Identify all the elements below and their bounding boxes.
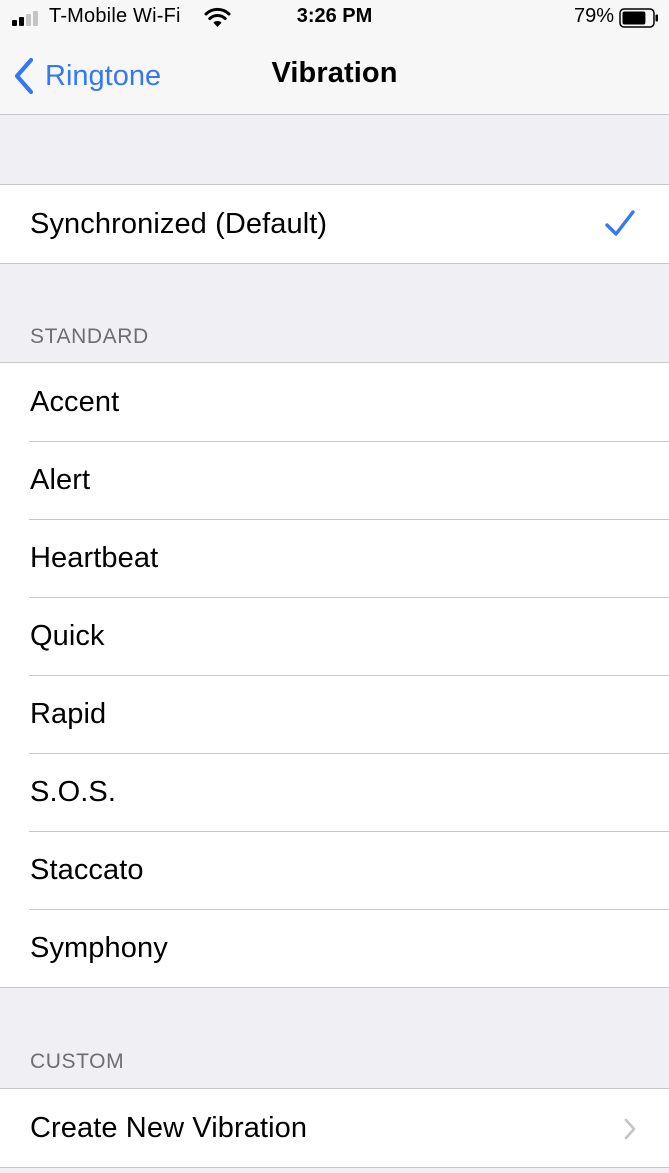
list-item-label: Staccato bbox=[30, 853, 144, 886]
header: T-Mobile Wi-Fi 3:26 PM 79% Ringtone Vibr… bbox=[0, 0, 669, 115]
checkmark-icon bbox=[605, 210, 635, 236]
battery-icon bbox=[619, 8, 658, 28]
page-title: Vibration bbox=[271, 57, 398, 89]
list-item-label: Symphony bbox=[30, 931, 168, 964]
chevron-right-icon bbox=[624, 1118, 636, 1140]
custom-group: Create New Vibration bbox=[0, 1088, 669, 1168]
list-item-label: Rapid bbox=[30, 697, 107, 730]
navigation-bar: Ringtone Vibration bbox=[0, 36, 669, 114]
list-item-label: Heartbeat bbox=[30, 541, 159, 574]
list-item-label: Quick bbox=[30, 619, 105, 652]
list-item-create-new-vibration[interactable]: Create New Vibration bbox=[0, 1089, 669, 1167]
list-item-label: S.O.S. bbox=[30, 775, 117, 808]
list-item-quick[interactable]: Quick bbox=[0, 597, 669, 675]
standard-group: Accent Alert Heartbeat Quick Rapid S.O.S… bbox=[0, 362, 669, 988]
default-group: Synchronized (Default) bbox=[0, 184, 669, 264]
list-item-sos[interactable]: S.O.S. bbox=[0, 753, 669, 831]
list-item-label: Accent bbox=[30, 385, 120, 418]
list-item-accent[interactable]: Accent bbox=[0, 363, 669, 441]
section-header-standard: STANDARD bbox=[30, 325, 149, 348]
list-item-label: Create New Vibration bbox=[30, 1111, 308, 1144]
list-item-alert[interactable]: Alert bbox=[0, 441, 669, 519]
list-item-label: Alert bbox=[30, 463, 91, 496]
status-bar: T-Mobile Wi-Fi 3:26 PM 79% bbox=[0, 0, 669, 36]
status-time: 3:26 PM bbox=[296, 5, 373, 27]
section-header-custom: CUSTOM bbox=[30, 1050, 125, 1073]
list-item-staccato[interactable]: Staccato bbox=[0, 831, 669, 909]
list-item-symphony[interactable]: Symphony bbox=[0, 909, 669, 987]
list-item-rapid[interactable]: Rapid bbox=[0, 675, 669, 753]
list-item-heartbeat[interactable]: Heartbeat bbox=[0, 519, 669, 597]
list-item-synchronized[interactable]: Synchronized (Default) bbox=[0, 185, 669, 263]
battery-percent: 79% bbox=[573, 5, 614, 27]
list-item-label: Synchronized (Default) bbox=[30, 207, 328, 240]
